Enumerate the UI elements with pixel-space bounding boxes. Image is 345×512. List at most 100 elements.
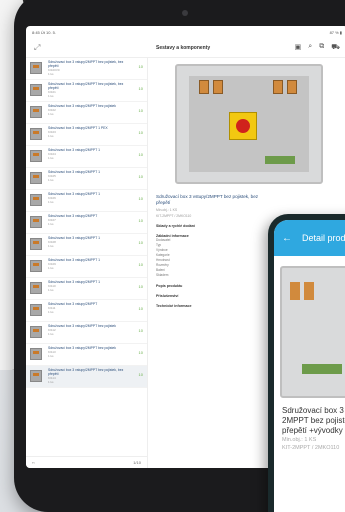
bookmark-icon[interactable]: ▣ xyxy=(295,43,302,52)
list-item[interactable]: Sdružovací box 3 vstupy/2MPPT bez pojist… xyxy=(26,366,147,388)
list-item-text: Sdružovací box 3 vstupy/2MPPT 1 PEX KI103… xyxy=(42,126,131,138)
list-item-qty: 1 ks xyxy=(48,112,54,116)
list-item-badge: 10 xyxy=(138,218,143,223)
list-item-name: Sdružovací box 3 vstupy/2MPPT bez pojist… xyxy=(48,60,124,68)
list-item-qty: 1 ks xyxy=(48,244,54,248)
app-bar: ⤢ Sestavy a komponenty ▣ ⌕ ⧉ ⛟ xyxy=(26,38,345,58)
product-thumbnail xyxy=(30,194,42,206)
product-thumbnail xyxy=(30,106,42,118)
product-thumbnail xyxy=(30,326,42,338)
list-item-badge: 10 xyxy=(138,372,143,377)
phone-screen: ← Detail produktu Sdružovací box 3 vstup… xyxy=(274,220,345,512)
list-item-text: Sdružovací box 3 vstupy/2MPPT 1 KI106 1 ks xyxy=(42,192,131,204)
list-item-qty: 1 ks xyxy=(48,288,54,292)
list-item[interactable]: Sdružovací box 3 vstupy/2MPPT 1 KI109 1 ks… xyxy=(26,256,147,278)
list-item-qty: 1 ks xyxy=(48,94,54,98)
expand-icon[interactable]: ⤢ xyxy=(26,43,148,53)
list-item-text: Sdružovací box 3 vstupy/2MPPT bez pojist… xyxy=(42,368,131,384)
fuse-holder xyxy=(273,80,283,94)
list-item[interactable]: Sdružovací box 3 vstupy/2MPPT 1 KI104 1 ks… xyxy=(26,146,147,168)
list-item[interactable]: Sdružovací box 3 vstupy/2MPPT 1 KI108 1 ks… xyxy=(26,234,147,256)
phone-device: ← Detail produktu Sdružovací box 3 vstup… xyxy=(268,214,345,512)
list-item-text: Sdružovací box 3 vstupy/2MPPT 1 KI105 1 ks xyxy=(42,170,131,182)
camera-icon xyxy=(182,10,188,16)
fuse-holder xyxy=(287,80,297,94)
terminal-block xyxy=(302,364,342,374)
list-item-name: Sdružovací box 3 vstupy/2MPPT bez pojist… xyxy=(48,368,124,376)
fuse-holder xyxy=(199,80,209,94)
list-item-badge: 10 xyxy=(138,86,143,91)
status-battery: 87 % ▮ xyxy=(329,29,342,35)
list-item[interactable]: Sdružovací box 3 vstupy/2MPPT 1 KI105 1 ks… xyxy=(26,168,147,190)
list-item[interactable]: Sdružovací box 3 vstupy/2MPPT 1 KI106 1 ks… xyxy=(26,190,147,212)
cart-icon[interactable]: ⛟ xyxy=(331,43,340,52)
list-item[interactable]: Sdružovací box 3 vstupy/2MPPT bez pojist… xyxy=(26,80,147,102)
list-item-qty: 1 ks xyxy=(48,134,54,138)
list-page-indicator: 1/10 xyxy=(133,460,141,465)
disconnect-switch xyxy=(229,112,257,140)
product-thumbnail xyxy=(30,348,42,360)
list-item[interactable]: Sdružovací box 3 vstupy/2MPPT bez pojist… xyxy=(26,102,147,124)
phone-page-title: Detail produktu xyxy=(302,233,345,243)
list-item-badge: 10 xyxy=(138,240,143,245)
product-list: Sdružovací box 3 vstupy/2MPPT bez pojist… xyxy=(26,58,148,468)
list-prev-button[interactable]: ‹‹ xyxy=(32,460,35,465)
product-thumbnail xyxy=(30,238,42,250)
product-thumbnail xyxy=(30,128,42,140)
product-thumbnail xyxy=(30,304,42,316)
list-item-text: Sdružovací box 3 vstupy/2MPPT bez pojist… xyxy=(42,346,131,358)
detail-product-name: Sdružovací box 3 vstupy/2MPPT bez pojist… xyxy=(156,194,259,205)
terminal-block xyxy=(265,156,295,164)
list-item[interactable]: Sdružovací box 3 vstupy/2MPPT KI107 1 ks 10 xyxy=(26,212,147,234)
list-item-qty: 1 ks xyxy=(48,200,54,204)
product-thumbnail xyxy=(30,260,42,272)
product-thumbnail xyxy=(30,282,42,294)
list-item-badge: 10 xyxy=(138,196,143,201)
list-item-qty: 1 ks xyxy=(48,354,54,358)
back-arrow-icon[interactable]: ← xyxy=(282,233,292,244)
list-item[interactable]: Sdružovací box 3 vstupy/2MPPT bez pojist… xyxy=(26,344,147,366)
list-item-badge: 10 xyxy=(138,130,143,135)
list-item-badge: 10 xyxy=(138,262,143,267)
list-item[interactable]: Sdružovací box 3 vstupy/2MPPT bez pojist… xyxy=(26,58,147,80)
marketing-scene: 8:45 Út 10. 5. 87 % ▮ ⤢ Sestavy a kompon… xyxy=(0,0,345,512)
list-item-badge: 10 xyxy=(138,64,143,69)
share-icon[interactable]: ⧉ xyxy=(319,43,324,52)
phone-product-qty: Min.obj.: 1 KS xyxy=(282,437,317,443)
detail-qty: Min.obj.: 1 KS xyxy=(156,208,178,212)
list-item-text: Sdružovací box 3 vstupy/2MPPT 1 KI108 1 ks xyxy=(42,236,131,248)
status-bar: 8:45 Út 10. 5. 87 % ▮ xyxy=(26,26,345,38)
list-item[interactable]: Sdružovací box 3 vstupy/2MPPT 1 PEX KI103… xyxy=(26,124,147,146)
list-item-text: Sdružovací box 3 vstupy/2MPPT bez pojist… xyxy=(42,82,131,98)
product-image[interactable] xyxy=(175,64,323,184)
list-item-qty: 1 ks xyxy=(48,266,54,270)
list-item[interactable]: Sdružovací box 3 vstupy/2MPPT KI111 1 ks 10 xyxy=(26,300,147,322)
list-item-text: Sdružovací box 3 vstupy/2MPPT KI111 1 ks xyxy=(42,302,131,314)
list-item-text: Sdružovací box 3 vstupy/2MPPT 1 KI109 1 ks xyxy=(42,258,131,270)
list-item[interactable]: Sdružovací box 3 vstupy/2MPPT bez pojist… xyxy=(26,322,147,344)
phone-product-code: KIT-2MPPT / 2MKO110 xyxy=(282,445,340,451)
page-title: Sestavy a komponenty xyxy=(156,44,211,51)
fuse-holder xyxy=(213,80,223,94)
list-item-qty: 1 ks xyxy=(48,72,54,76)
product-thumbnail xyxy=(30,150,42,162)
fuse-holder xyxy=(290,282,300,300)
list-item-qty: 1 ks xyxy=(48,178,54,182)
product-thumbnail xyxy=(30,172,42,184)
list-item-badge: 10 xyxy=(138,306,143,311)
list-item[interactable]: Sdružovací box 3 vstupy/2MPPT 1 KI110 1 ks… xyxy=(26,278,147,300)
search-icon[interactable]: ⌕ xyxy=(308,43,312,52)
list-item-text: Sdružovací box 3 vstupy/2MPPT KI107 1 ks xyxy=(42,214,131,226)
phone-product-name: Sdružovací box 3 vstupy/ 2MPPT bez pojis… xyxy=(282,406,345,435)
list-item-text: Sdružovací box 3 vstupy/2MPPT bez pojist… xyxy=(42,60,131,76)
list-item-badge: 10 xyxy=(138,328,143,333)
list-item-text: Sdružovací box 3 vstupy/2MPPT bez pojist… xyxy=(42,104,131,116)
list-item-badge: 10 xyxy=(138,284,143,289)
list-item-qty: 1 ks xyxy=(48,332,54,336)
status-time: 8:45 Út 10. 5. xyxy=(32,29,57,35)
list-item-text: Sdružovací box 3 vstupy/2MPPT 1 KI104 1 ks xyxy=(42,148,131,160)
product-thumbnail xyxy=(30,370,42,382)
fuse-holder xyxy=(304,282,314,300)
phone-product-image[interactable] xyxy=(280,266,345,398)
list-item-text: Sdružovací box 3 vstupy/2MPPT bez pojist… xyxy=(42,324,131,336)
